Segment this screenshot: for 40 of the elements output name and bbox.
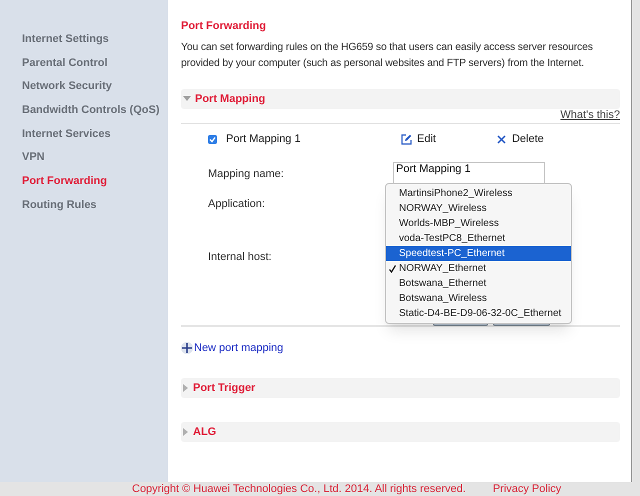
- sidebar-item[interactable]: Network Security: [22, 78, 168, 102]
- sidebar-item[interactable]: Internet Services: [22, 126, 168, 150]
- sidebar-item[interactable]: Port Forwarding: [22, 173, 168, 197]
- page-title: Port Forwarding: [181, 19, 266, 33]
- sidebar-item[interactable]: VPN: [22, 149, 168, 174]
- close-icon[interactable]: [496, 134, 506, 144]
- description-text: You can set forwarding rules on the HG659 so that users can easily access server resources provided by your computer (such as personal websites and FTP servers) from the Internet.: [181, 41, 594, 71]
- new-mapping-link[interactable]: New port mapping: [194, 340, 284, 356]
- section-title: Port Trigger: [193, 380, 256, 396]
- copyright-text: Copyright © Huawei Technologies Co., Ltd. 2014. All rights reserved.: [132, 484, 466, 494]
- sidebar-item[interactable]: Parental Control: [22, 54, 168, 78]
- delete-button[interactable]: Delete: [512, 130, 544, 148]
- field-label: Internal host:: [208, 250, 273, 265]
- section-title: ALG: [193, 424, 216, 440]
- dropdown-option[interactable]: Speedtest-PC_Ethernet: [386, 246, 571, 261]
- edit-button[interactable]: Edit: [417, 130, 436, 148]
- sidebar-item[interactable]: Internet Settings: [22, 31, 168, 55]
- mapping-name: Port Mapping 1: [226, 132, 302, 147]
- sidebar-item[interactable]: Bandwidth Controls (QoS): [22, 102, 168, 126]
- dropdown-option[interactable]: Worlds-MBP_Wireless: [386, 216, 571, 231]
- dropdown-option[interactable]: MartinsiPhone2_Wireless: [386, 186, 571, 201]
- dropdown-option[interactable]: Botswana_Ethernet: [386, 276, 571, 291]
- dropdown-option[interactable]: NORWAY_Ethernet: [386, 261, 571, 276]
- section-header[interactable]: Port Trigger: [181, 378, 620, 398]
- privacy-policy-link[interactable]: Privacy Policy: [492, 484, 562, 494]
- section-header[interactable]: Port Mapping: [181, 89, 620, 109]
- checkbox[interactable]: [208, 134, 217, 144]
- section-title: Port Mapping: [195, 92, 266, 107]
- field-label: Mapping name:: [208, 166, 285, 182]
- dropdown-option[interactable]: Botswana_Wireless: [386, 291, 571, 306]
- sidebar-item[interactable]: Routing Rules: [22, 196, 168, 220]
- section-header[interactable]: ALG: [181, 422, 620, 442]
- dropdown-option[interactable]: NORWAY_Wireless: [386, 201, 571, 216]
- edit-icon[interactable]: [401, 134, 412, 144]
- checkmark-icon: [389, 264, 396, 272]
- field-label: Application:: [208, 196, 266, 212]
- dropdown-option[interactable]: Static-D4-BE-D9-06-32-0C_Ethernet: [386, 306, 571, 321]
- dropdown-option[interactable]: voda-TestPC8_Ethernet: [386, 231, 571, 246]
- plus-icon[interactable]: [181, 342, 193, 354]
- help-link[interactable]: What's this?: [560, 109, 620, 122]
